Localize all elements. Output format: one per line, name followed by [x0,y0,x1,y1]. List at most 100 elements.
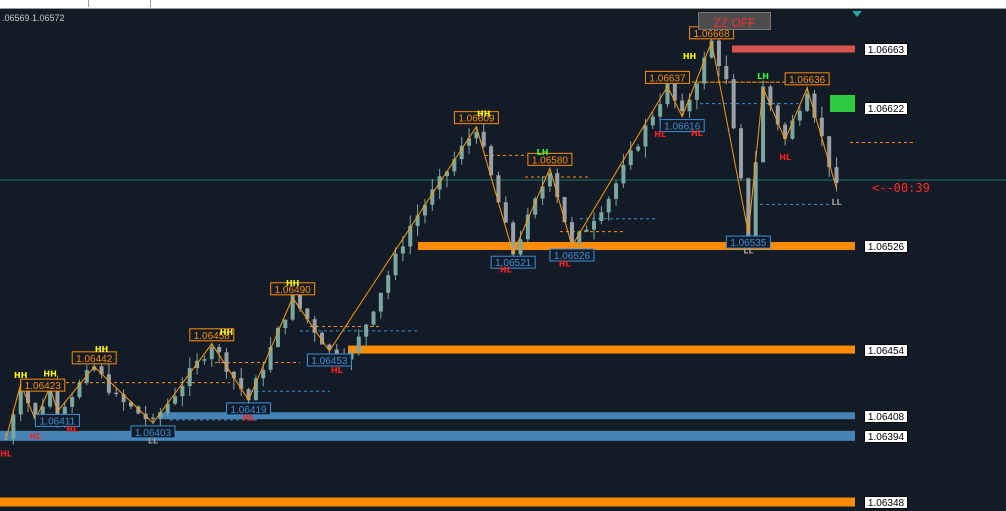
bear-candle [731,79,736,129]
candles-group [4,36,839,445]
structure-label-ll: LL [148,437,158,446]
structure-label-lh: LH [537,148,549,157]
swing-price-label: 1.06580 [527,152,573,166]
price-axis-tag: 1.06394 [864,429,908,443]
bull-candle [70,397,75,407]
bull-candle [606,198,611,213]
bull-candle [400,246,405,254]
structure-label-hl: HL [30,432,42,441]
supply-zone [732,45,855,53]
bear-candle [239,378,244,390]
bull-candle [209,347,214,360]
bull-candle [658,104,663,117]
structure-label-hh: HH [43,370,56,379]
structure-label-hl: HL [331,366,343,375]
structure-label-hh: HH [286,279,299,288]
bull-candle [694,83,699,100]
bull-candle [599,212,604,221]
price-chart[interactable]: 1.064231.064421.064111.064031.064581.064… [0,0,1006,511]
price-axis-tag: 1.06454 [864,343,908,357]
bull-candle [614,183,619,199]
bull-candle [592,220,596,230]
structure-label-hh: HH [14,371,27,380]
bull-candle [371,311,376,325]
bull-candle [621,164,626,184]
bear-candle [739,128,743,179]
bull-candle [628,150,633,165]
bear-candle [106,374,111,393]
structure-label-hl: HL [66,425,78,434]
bull-candle [636,146,641,151]
bear-candle [312,319,317,333]
bear-candle [716,40,721,67]
support-zone [0,430,855,441]
structure-label-ll: LL [831,198,841,207]
swing-price-label: 1.06636 [784,72,830,86]
zigzag-toggle-button[interactable]: ZZ OFF [698,12,771,30]
bear-candle [503,202,508,223]
bull-candle [180,385,185,397]
swing-label-text: 1.06423 [25,381,62,392]
bull-candle [268,346,273,370]
price-axis-tag: 1.06408 [864,409,908,423]
structure-label-hl: HL [243,414,255,423]
structure-label-hl: HL [0,449,12,458]
bull-candle [253,378,258,401]
structure-label-hh: HH [477,109,490,118]
price-axis-tag: 1.06526 [864,240,908,254]
bear-candle [4,438,8,440]
bull-candle [261,369,266,379]
swing-label-text: 1.06636 [789,75,826,86]
structure-label-hl: HL [654,130,666,139]
bull-candle [805,93,810,111]
green-zone-box [830,95,855,113]
bear-candle [114,392,119,395]
structure-label-hh: HH [95,345,108,354]
candle-countdown: <--00:39 [872,181,930,195]
bear-candle [724,66,729,80]
swing-price-label: 1.06453 [306,353,352,367]
bull-candle [283,319,288,329]
swing-price-label: 1.06637 [645,70,690,84]
bull-candle [518,239,523,255]
bull-candle [364,324,369,337]
swing-label-text: 1.06637 [649,73,686,84]
bull-candle [151,417,155,420]
structure-label-hl: HL [559,260,571,269]
shift-marker-icon[interactable] [852,11,862,17]
resistance-zone [348,345,855,354]
resistance-zone [0,497,855,507]
structure-label-hh: HH [220,328,233,337]
swing-label-text: 1.06442 [76,354,113,365]
bear-candle [481,131,486,147]
bull-candle [643,125,648,147]
bull-candle [422,204,427,216]
structure-label-hl: HL [500,265,512,274]
bull-candle [18,388,23,415]
swing-price-label: 1.06423 [20,378,66,392]
resistance-zone [418,242,855,251]
bear-candle [680,100,685,112]
bull-candle [584,229,589,232]
bull-candle [378,292,383,312]
bull-candle [386,275,391,293]
bull-candle [797,110,802,121]
bull-candle [650,116,655,126]
bull-candle [393,253,398,276]
price-axis-tag: 1.06622 [864,101,908,115]
structure-label-lh: LH [757,72,769,81]
price-axis-tag: 1.06663 [864,43,908,56]
bear-candle [834,167,839,183]
bull-candle [356,336,361,353]
swing-price-label: 1.06526 [549,248,595,262]
structure-label-ll: LL [743,247,753,256]
bull-candle [202,359,207,361]
structure-label-hh: HH [683,52,696,61]
structure-label-hl: HL [779,153,791,162]
bull-candle [173,396,178,404]
price-axis-tag: 1.06348 [864,496,908,509]
bear-candle [217,347,222,353]
swing-price-label: 1.06521 [490,255,536,269]
structure-label-hl: HL [691,129,703,138]
zigzag-line [5,40,838,439]
